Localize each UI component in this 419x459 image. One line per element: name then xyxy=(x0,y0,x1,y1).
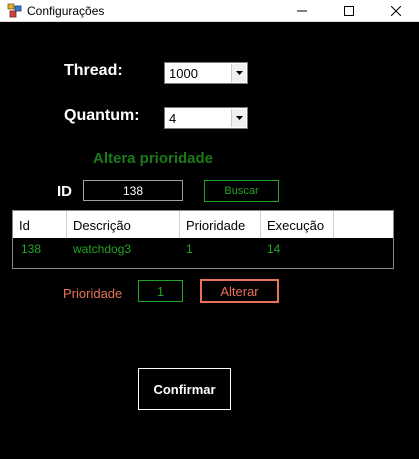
priority-input[interactable]: 1 xyxy=(138,280,183,302)
search-button[interactable]: Buscar xyxy=(204,180,279,202)
priority-section-title: Altera prioridade xyxy=(93,150,214,167)
id-label: ID xyxy=(57,183,72,200)
quantum-dropdown-arrow[interactable] xyxy=(231,109,246,127)
column-header-execution[interactable]: Execução xyxy=(261,211,334,238)
thread-dropdown-arrow[interactable] xyxy=(231,64,246,82)
quantum-value: 4 xyxy=(169,111,177,126)
row-execution-cell[interactable]: 14 xyxy=(267,242,280,256)
close-button[interactable] xyxy=(373,0,419,21)
quantum-select[interactable]: 4 xyxy=(164,107,248,129)
id-input[interactable]: 138 xyxy=(83,180,183,201)
chevron-down-icon xyxy=(235,71,243,75)
minimize-icon xyxy=(297,10,307,11)
row-id-cell[interactable]: 138 xyxy=(21,242,41,256)
column-header-priority[interactable]: Prioridade xyxy=(180,211,261,238)
priority-label: Prioridade xyxy=(63,286,123,301)
alter-button[interactable]: Alterar xyxy=(200,279,279,303)
minimize-button[interactable] xyxy=(279,0,325,21)
maximize-button[interactable] xyxy=(326,0,372,21)
process-table[interactable]: Id Descrição Prioridade Execução 138 wat… xyxy=(12,210,394,269)
close-icon xyxy=(391,5,401,16)
confirm-button[interactable]: Confirmar xyxy=(138,368,231,410)
table-header: Id Descrição Prioridade Execução xyxy=(13,211,393,238)
column-header-id[interactable]: Id xyxy=(13,211,67,238)
quantum-label: Quantum: xyxy=(64,107,140,124)
row-priority-cell[interactable]: 1 xyxy=(186,242,193,256)
maximize-icon xyxy=(344,5,354,16)
chevron-down-icon xyxy=(235,116,243,120)
title-bar: Configurações xyxy=(0,0,419,22)
thread-select[interactable]: 1000 xyxy=(164,62,248,84)
window-title: Configurações xyxy=(27,4,105,18)
thread-label: Thread: xyxy=(64,62,123,79)
thread-value: 1000 xyxy=(169,66,198,81)
row-description-cell[interactable]: watchdog3 xyxy=(73,242,131,256)
app-form-icon xyxy=(7,3,22,18)
column-header-description[interactable]: Descrição xyxy=(67,211,180,238)
